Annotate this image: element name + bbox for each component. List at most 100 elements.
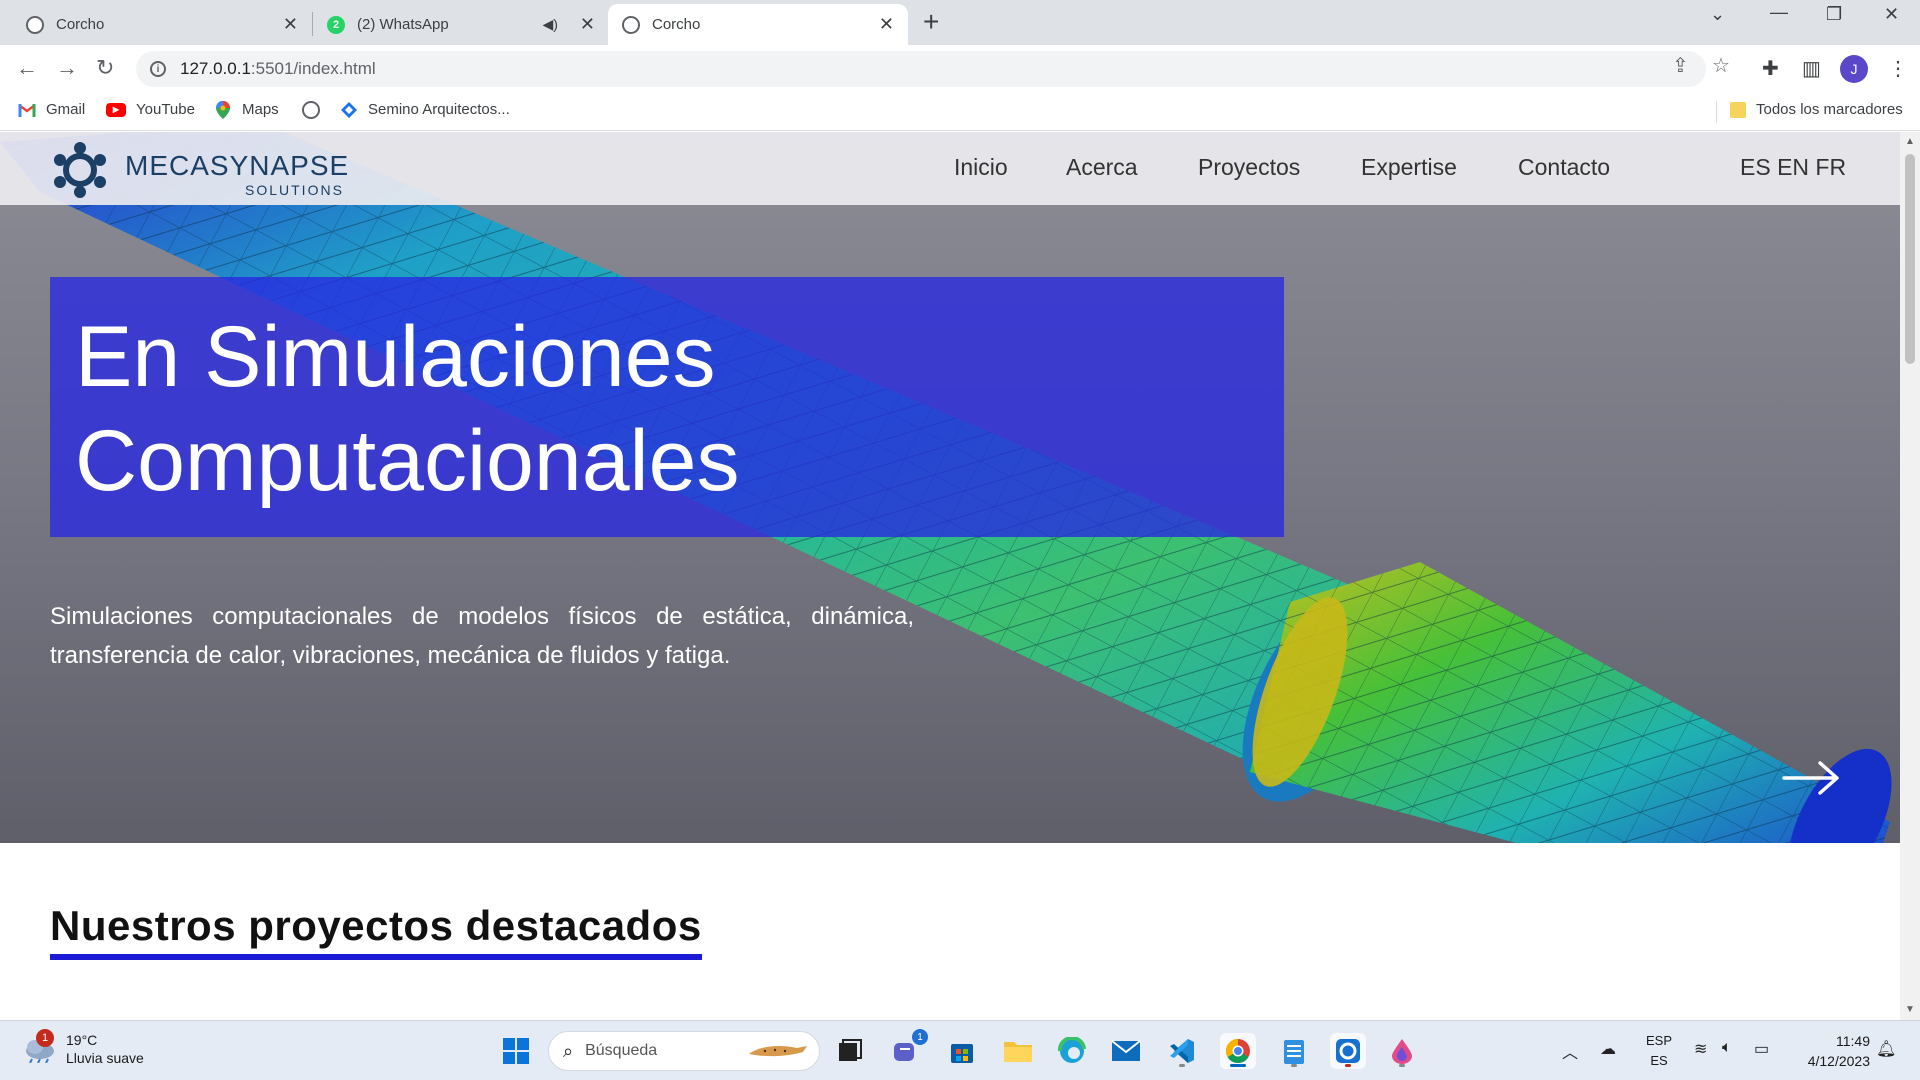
whatsapp-icon: 2 — [327, 15, 345, 34]
share-icon[interactable]: ⇪ — [1672, 53, 1689, 78]
page-scrollbar[interactable]: ▲ ▼ — [1900, 132, 1920, 1020]
notepad-app[interactable] — [1276, 1033, 1312, 1069]
show-hidden-icons-chevron-icon[interactable]: ︿ — [1562, 1039, 1578, 1063]
bookmark-star-icon[interactable]: ☆ — [1712, 53, 1730, 78]
rain-cloud-icon: 1 — [22, 1029, 58, 1064]
running-indicator — [1179, 1064, 1185, 1067]
edge-app[interactable] — [1054, 1033, 1090, 1069]
weather-widget[interactable]: 1 19°C Lluvia suave — [22, 1029, 144, 1067]
scroll-up-icon[interactable]: ▲ — [1905, 136, 1915, 147]
active-indicator — [1230, 1064, 1246, 1067]
maps-icon — [214, 100, 232, 119]
chrome-app[interactable] — [1220, 1033, 1256, 1069]
arrow-right-icon[interactable] — [1782, 760, 1840, 796]
hero-description: Simulaciones computacionales de modelos … — [50, 603, 914, 669]
speaker-icon[interactable]: ◀) — [542, 16, 557, 33]
wifi-icon[interactable]: ≋ — [1694, 1039, 1707, 1059]
tab-whatsapp[interactable]: 2 (2) WhatsApp ◀) ✕ — [313, 4, 609, 45]
globe-icon — [302, 101, 320, 119]
chrome-icon — [1225, 1039, 1250, 1064]
globe-icon — [622, 15, 640, 34]
close-icon[interactable]: ✕ — [580, 14, 595, 35]
back-icon[interactable]: ← — [16, 55, 38, 81]
weather-condition: Lluvia suave — [66, 1050, 144, 1066]
running-indicator — [1345, 1064, 1351, 1067]
hero-headline: En Simulaciones Computacionales — [75, 309, 740, 509]
reload-icon[interactable]: ↻ — [96, 55, 114, 81]
language-switcher[interactable]: ES EN FR — [1740, 154, 1846, 181]
url-host: 127.0.0.1 — [180, 59, 251, 78]
extensions-icon[interactable]: ✚ — [1762, 56, 1779, 81]
address-bar[interactable]: i 127.0.0.1:5501/index.html — [136, 51, 1706, 87]
file-explorer-app[interactable] — [1000, 1033, 1036, 1069]
volume-icon[interactable]: 🔈︎ — [1722, 1039, 1732, 1057]
scroll-down-icon[interactable]: ▼ — [1905, 1004, 1915, 1015]
nav-proyectos[interactable]: Proyectos — [1198, 154, 1300, 181]
gmail-icon — [18, 103, 36, 117]
running-indicator — [1399, 1064, 1405, 1067]
window-close-icon[interactable]: ✕ — [1884, 4, 1899, 25]
nav-acerca[interactable]: Acerca — [1066, 154, 1138, 181]
tab-search-chevron-icon[interactable]: ⌄ — [1710, 4, 1725, 25]
start-button[interactable] — [498, 1033, 534, 1069]
site-logo[interactable]: MECASYNAPSE SOLUTIONS — [50, 140, 360, 200]
task-view-button[interactable] — [832, 1033, 868, 1069]
browser-toolbar: ← → ↻ i 127.0.0.1:5501/index.html ⇪ ☆ ✚ … — [0, 45, 1920, 93]
notification-bell-icon[interactable]: 🔔︎ — [1876, 1039, 1896, 1059]
snipping-tool-app[interactable] — [1330, 1033, 1366, 1069]
taskbar-search[interactable]: ⌕ Búsqueda — [548, 1031, 820, 1071]
scrollbar-thumb[interactable] — [1905, 154, 1915, 364]
side-panel-icon[interactable]: ▥ — [1802, 56, 1821, 81]
nav-inicio[interactable]: Inicio — [954, 154, 1008, 181]
folder-icon — [1004, 1042, 1032, 1062]
bookmark-gmail[interactable]: Gmail — [18, 101, 85, 118]
bookmark-semino[interactable]: Semino Arquitectos... — [340, 101, 510, 118]
paint-drop-icon — [1392, 1039, 1412, 1064]
input-language[interactable]: ESP ES — [1646, 1031, 1672, 1071]
vscode-icon — [1170, 1039, 1194, 1063]
battery-icon[interactable]: ▭ — [1754, 1039, 1769, 1059]
restore-icon[interactable]: ❐ — [1826, 4, 1842, 25]
store-icon — [951, 1044, 973, 1063]
site-info-icon[interactable]: i — [150, 61, 166, 77]
menu-kebab-icon[interactable]: ⋮ — [1888, 56, 1908, 81]
tab-title: Corcho — [56, 16, 105, 33]
tab-title: (2) WhatsApp — [357, 16, 449, 33]
nav-expertise[interactable]: Expertise — [1361, 154, 1457, 181]
running-indicator — [1291, 1064, 1297, 1067]
youtube-icon: ▶ — [106, 102, 126, 117]
site-navbar: MECASYNAPSE SOLUTIONS Inicio Acerca Proy… — [0, 132, 1900, 205]
tab-corcho-1[interactable]: Corcho ✕ — [12, 4, 312, 45]
teams-app[interactable]: 1 — [888, 1029, 928, 1069]
hero-headline-box: En Simulaciones Computacionales — [50, 277, 1284, 537]
bookmarks-separator — [1716, 101, 1717, 123]
mail-app[interactable] — [1108, 1033, 1144, 1069]
close-icon[interactable]: ✕ — [283, 14, 298, 35]
new-tab-icon[interactable]: + — [923, 6, 939, 38]
nav-contacto[interactable]: Contacto — [1518, 154, 1610, 181]
notepad-icon — [1284, 1040, 1304, 1064]
bookmark-maps[interactable]: Maps — [214, 100, 279, 119]
clock[interactable]: 11:49 4/12/2023 — [1790, 1031, 1870, 1071]
bookmark-globe[interactable] — [302, 101, 330, 119]
globe-icon — [26, 15, 44, 34]
task-view-icon — [839, 1039, 862, 1061]
paint-app[interactable] — [1384, 1033, 1420, 1069]
snipping-icon — [1336, 1039, 1360, 1063]
weather-temp: 19°C — [66, 1032, 98, 1048]
close-icon[interactable]: ✕ — [879, 14, 894, 35]
store-app[interactable] — [944, 1033, 980, 1069]
logo-name: MECASYNAPSE — [125, 150, 350, 181]
edge-icon — [1058, 1037, 1086, 1063]
mail-icon — [1111, 1040, 1141, 1061]
all-bookmarks[interactable]: Todos los marcadores — [1730, 101, 1903, 118]
forward-icon[interactable]: → — [56, 55, 78, 81]
minimize-icon[interactable]: — — [1770, 2, 1788, 23]
tab-corcho-active[interactable]: Corcho ✕ — [608, 4, 908, 45]
windows-taskbar: 1 19°C Lluvia suave ⌕ Búsqueda 1 ︿ ☁ ESP… — [0, 1020, 1920, 1080]
vscode-app[interactable] — [1164, 1033, 1200, 1069]
profile-avatar[interactable]: J — [1840, 55, 1868, 83]
windows-logo-icon — [503, 1038, 529, 1064]
onedrive-cloud-icon[interactable]: ☁ — [1600, 1039, 1616, 1059]
bookmark-youtube[interactable]: ▶ YouTube — [106, 101, 195, 118]
